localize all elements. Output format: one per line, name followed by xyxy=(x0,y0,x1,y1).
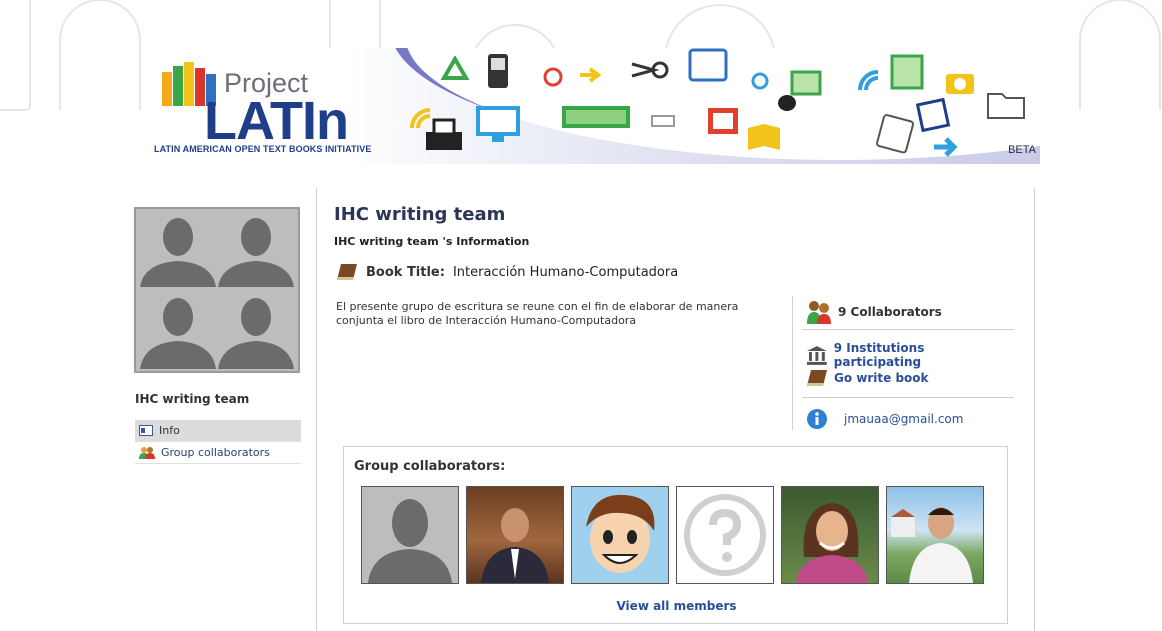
side-separator xyxy=(802,397,1014,398)
sidebar-item-group-collaborators[interactable]: Group collaborators xyxy=(135,442,301,464)
sidebar-group-name: IHC writing team xyxy=(135,392,250,406)
signal-icon xyxy=(856,68,882,94)
contact-email: jmauaa@gmail.com xyxy=(844,412,964,426)
collaborator-photo[interactable] xyxy=(886,486,984,584)
collaborators-list xyxy=(361,486,984,584)
group-description: El presente grupo de escritura se reune … xyxy=(336,300,739,327)
sidebar-item-info[interactable]: Info xyxy=(135,420,301,442)
keyboard-icon xyxy=(560,104,632,130)
person-photo-icon xyxy=(891,507,973,583)
group-avatar xyxy=(134,207,300,373)
book-title-label: Book Title: xyxy=(366,264,445,280)
institutions-link[interactable]: 9 Institutions participating xyxy=(806,341,1014,369)
person-photo-icon xyxy=(481,508,549,583)
book-icon xyxy=(807,370,827,386)
recycle-icon xyxy=(440,56,470,86)
book-title-value: Interacción Humano-Computadora xyxy=(452,264,679,280)
person-photo-icon xyxy=(796,503,868,583)
header-banner: Project LATIn LATIN AMERICAN OPEN TEXT B… xyxy=(150,48,1040,164)
folder-icon xyxy=(984,84,1028,122)
collaborators-count-label: 9 Collaborators xyxy=(838,305,942,319)
group-silhouettes-icon xyxy=(140,218,294,369)
collaborators-heading: Group collaborators: xyxy=(354,459,506,474)
notes-icon xyxy=(890,54,924,90)
sidebar-nav: Info Group collaborators xyxy=(135,420,301,464)
collaborators-icon xyxy=(807,301,831,324)
column-divider-left xyxy=(316,188,317,631)
recycle-white-icon xyxy=(818,102,848,132)
default-avatar-icon xyxy=(368,499,452,583)
collaborator-photo[interactable] xyxy=(361,486,459,584)
tablet-icon xyxy=(688,48,728,82)
info-card-icon xyxy=(139,425,153,436)
sidebar-item-label: Group collaborators xyxy=(161,446,270,459)
monitor-icon xyxy=(476,106,520,144)
tablet-white-icon xyxy=(876,114,916,154)
power-icon xyxy=(750,70,770,90)
phone-icon xyxy=(486,52,510,90)
group-collaborators-box: Group collaborators: View all members xyxy=(343,446,1008,624)
collaborators-count[interactable]: 9 Collaborators xyxy=(806,300,942,324)
collaborator-photo[interactable] xyxy=(781,486,879,584)
timer-icon xyxy=(542,66,564,88)
page-title: IHC writing team xyxy=(334,204,506,225)
collaborator-photo[interactable] xyxy=(676,486,774,584)
document-icon xyxy=(706,106,740,136)
sidebar-item-label: Info xyxy=(159,424,180,437)
go-write-book-link[interactable]: Go write book xyxy=(806,368,929,388)
printer-icon xyxy=(422,118,466,158)
go-write-book-label: Go write book xyxy=(834,371,929,385)
institutions-label: 9 Institutions participating xyxy=(833,341,925,369)
collaborator-photo[interactable] xyxy=(571,486,669,584)
book-icon xyxy=(337,264,357,280)
contact-email-link[interactable]: jmauaa@gmail.com xyxy=(806,408,963,430)
question-mark-icon xyxy=(684,494,766,576)
side-divider xyxy=(792,296,793,430)
document-blue-icon xyxy=(916,98,950,132)
side-separator xyxy=(802,329,1014,330)
logo-latin-text: LATIn xyxy=(204,91,349,151)
institution-icon xyxy=(806,346,827,365)
book-title-row: Book Title: Interacción Humano-Computado… xyxy=(336,262,678,282)
people-icon xyxy=(139,447,155,459)
beta-badge: BETA xyxy=(1008,144,1036,156)
scissors-icon xyxy=(630,58,670,82)
satellite-icon xyxy=(648,108,678,134)
view-all-members-link[interactable]: View all members xyxy=(344,599,1009,613)
arrow-white-icon xyxy=(930,134,960,160)
collaborator-photo[interactable] xyxy=(466,486,564,584)
info-icon xyxy=(807,409,827,429)
mouse-icon xyxy=(776,92,798,114)
cartoon-avatar-icon xyxy=(586,494,655,573)
logo-subtitle: LATIN AMERICAN OPEN TEXT BOOKS INITIATIV… xyxy=(154,144,372,154)
column-divider-right xyxy=(1034,188,1035,631)
camera-icon xyxy=(944,68,976,96)
book-open-icon xyxy=(746,122,782,152)
info-heading: IHC writing team 's Information xyxy=(334,235,530,248)
arrow-right-icon xyxy=(578,66,602,84)
